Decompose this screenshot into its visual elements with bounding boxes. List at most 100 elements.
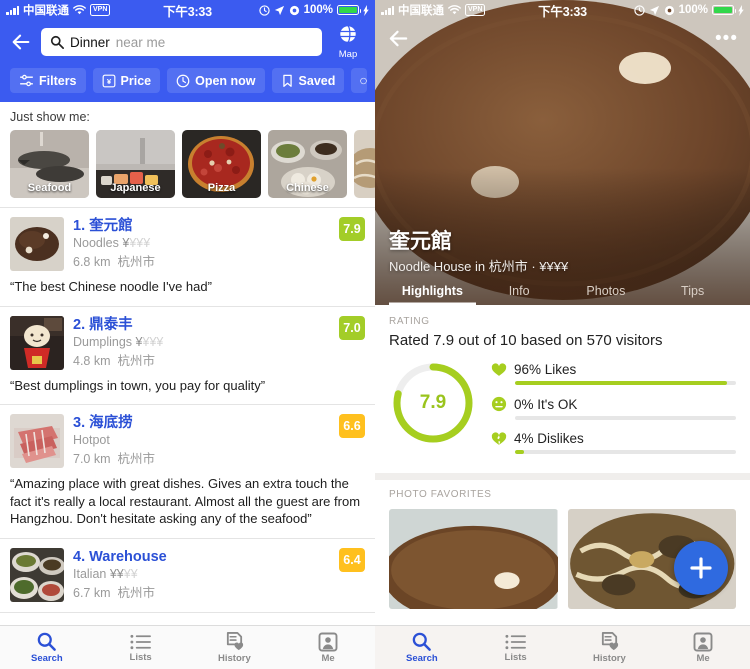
search-input[interactable]: Dinner near me <box>41 28 322 56</box>
result-name[interactable]: 1. 奎元館 <box>73 217 330 235</box>
tab-label: Search <box>31 653 63 664</box>
back-arrow-icon[interactable] <box>10 31 32 53</box>
table-row[interactable]: 3. 海底捞 Hotpot 7.0 km 杭州市 6.6 “Amazing pl… <box>0 405 375 539</box>
sentiment-likes: 96% Likes <box>491 362 736 385</box>
wifi-icon <box>73 5 86 15</box>
tab-history[interactable]: History <box>188 631 282 664</box>
results-list: 1. 奎元館 Noodles ¥¥¥¥ 6.8 km 杭州市 7.9 “The … <box>0 207 375 613</box>
venue-header: 奎元館 Noodle House in 杭州市 · ¥¥¥¥ Highlight… <box>375 225 750 305</box>
category-text: Dumplings <box>73 334 133 349</box>
chip-filters[interactable]: Filters <box>10 68 86 93</box>
status-badge: 7.9 <box>339 217 365 241</box>
result-name[interactable]: 2. 鼎泰丰 <box>73 316 330 334</box>
charging-bolt-icon <box>738 4 744 16</box>
result-distance: 6.7 km 杭州市 <box>73 582 330 601</box>
tab-tips[interactable]: Tips <box>649 284 736 305</box>
search-icon <box>50 35 64 49</box>
sentiment-label: 96% Likes <box>514 362 577 377</box>
signal-bars-icon <box>6 5 19 15</box>
result-meta: 3. 海底捞 Hotpot 7.0 km 杭州市 <box>73 414 330 467</box>
status-badge: 7.0 <box>339 315 365 340</box>
person-icon <box>318 632 338 651</box>
status-bar: 中国联通 VPN 下午3:33 100% <box>0 0 375 20</box>
tab-lists[interactable]: Lists <box>469 633 563 663</box>
result-name[interactable]: 3. 海底捞 <box>73 414 330 432</box>
tab-history[interactable]: History <box>563 631 657 664</box>
tab-highlights[interactable]: Highlights <box>389 284 476 305</box>
tab-photos[interactable]: Photos <box>563 284 650 305</box>
photo-favorites-label: PHOTO FAVORITES <box>389 489 492 500</box>
back-arrow-icon[interactable] <box>387 27 410 50</box>
price-off: ¥¥ <box>123 566 138 581</box>
sentiment-ok: 0% It's OK <box>491 396 736 420</box>
broth-photo <box>389 509 558 609</box>
svg-text:¥: ¥ <box>106 77 111 86</box>
dumpling-mascot-photo <box>10 315 64 370</box>
photo-favorites-section: PHOTO FAVORITES <box>375 480 750 500</box>
category-tile-overflow[interactable] <box>354 130 375 198</box>
result-distance: 7.0 km 杭州市 <box>73 448 330 467</box>
filter-chips: Filters ¥ Price Open now Saved <box>0 68 375 102</box>
vpn-badge: VPN <box>465 4 486 16</box>
chip-label: Price <box>120 73 152 88</box>
result-meta: 4. Warehouse Italian ¥¥¥¥ 6.7 km 杭州市 <box>73 548 330 601</box>
add-button[interactable] <box>674 541 728 595</box>
person-icon <box>693 632 713 651</box>
more-dots-icon[interactable]: ••• <box>715 29 738 48</box>
photo-thumbnail[interactable] <box>389 509 558 609</box>
result-quote: “The best Chinese noodle I've had” <box>10 279 212 294</box>
tab-search[interactable]: Search <box>375 631 469 664</box>
bottom-tab-bar: Search Lists History Me <box>0 625 375 669</box>
clock-icon <box>176 74 190 87</box>
chip-saved[interactable]: Saved <box>271 68 345 93</box>
category-tile-seafood[interactable]: Seafood <box>10 130 89 198</box>
tab-info[interactable]: Info <box>476 284 563 305</box>
noodle-broth-photo <box>10 217 64 271</box>
list-icon <box>505 634 527 649</box>
chip-overflow[interactable] <box>351 68 368 93</box>
history-heart-icon <box>601 632 618 651</box>
hero-image-region: 中国联通 VPN 下午3:33 100% ••• 奎元館 Noodle Hous… <box>375 0 750 305</box>
tab-label: Search <box>406 653 438 664</box>
venue-tabs: Highlights Info Photos Tips <box>389 284 736 305</box>
venue-subtitle: Noodle House in 杭州市 · ¥¥¥¥ <box>389 259 569 274</box>
tab-me[interactable]: Me <box>656 632 750 664</box>
rating-section-label: RATING <box>389 316 430 327</box>
table-row[interactable]: 2. 鼎泰丰 Dumplings ¥¥¥¥ 4.8 km 杭州市 7.0 “Be… <box>0 307 375 406</box>
category-tile-chinese[interactable]: Chinese <box>268 130 347 198</box>
tab-lists[interactable]: Lists <box>94 633 188 663</box>
battery-icon <box>337 5 362 15</box>
table-row[interactable]: 1. 奎元館 Noodles ¥¥¥¥ 6.8 km 杭州市 7.9 “The … <box>0 208 375 307</box>
search-placeholder-text: near me <box>115 34 166 50</box>
category-tile-japanese[interactable]: Japanese <box>96 130 175 198</box>
battery-percent: 100% <box>303 4 334 16</box>
list-icon <box>130 634 152 649</box>
distance-text: 7.0 km <box>73 452 111 467</box>
category-tile-pizza[interactable]: Pizza <box>182 130 261 198</box>
search-icon <box>413 632 432 651</box>
map-button[interactable]: Map <box>331 24 365 60</box>
price-off: ¥¥¥ <box>142 334 164 349</box>
chip-price[interactable]: ¥ Price <box>92 68 161 93</box>
table-row[interactable]: 4. Warehouse Italian ¥¥¥¥ 6.7 km 杭州市 6.4 <box>0 539 375 613</box>
result-thumbnail <box>10 414 64 469</box>
heart-icon <box>491 363 507 376</box>
category-text: Italian <box>73 566 107 581</box>
result-category: Italian ¥¥¥¥ <box>73 567 330 581</box>
rating-summary: Rated 7.9 out of 10 based on 570 visitor… <box>389 332 663 349</box>
battery-icon <box>712 5 737 15</box>
location-arrow-icon <box>274 5 284 15</box>
chip-open-now[interactable]: Open now <box>167 68 265 93</box>
carrier-label: 中国联通 <box>398 5 444 17</box>
tab-label: Me <box>321 652 335 664</box>
section-divider <box>375 473 750 480</box>
tab-me[interactable]: Me <box>281 632 375 664</box>
vpn-badge: VPN <box>90 4 111 16</box>
hero-toolbar: ••• <box>375 20 750 56</box>
dual-screenshot: 中国联通 VPN 下午3:33 100% Dinner near me Map … <box>0 0 750 669</box>
result-thumbnail <box>10 217 64 271</box>
tab-search[interactable]: Search <box>0 631 94 664</box>
result-name[interactable]: 4. Warehouse <box>73 548 330 566</box>
result-thumbnail <box>10 547 64 602</box>
chip-label: Saved <box>298 73 336 88</box>
